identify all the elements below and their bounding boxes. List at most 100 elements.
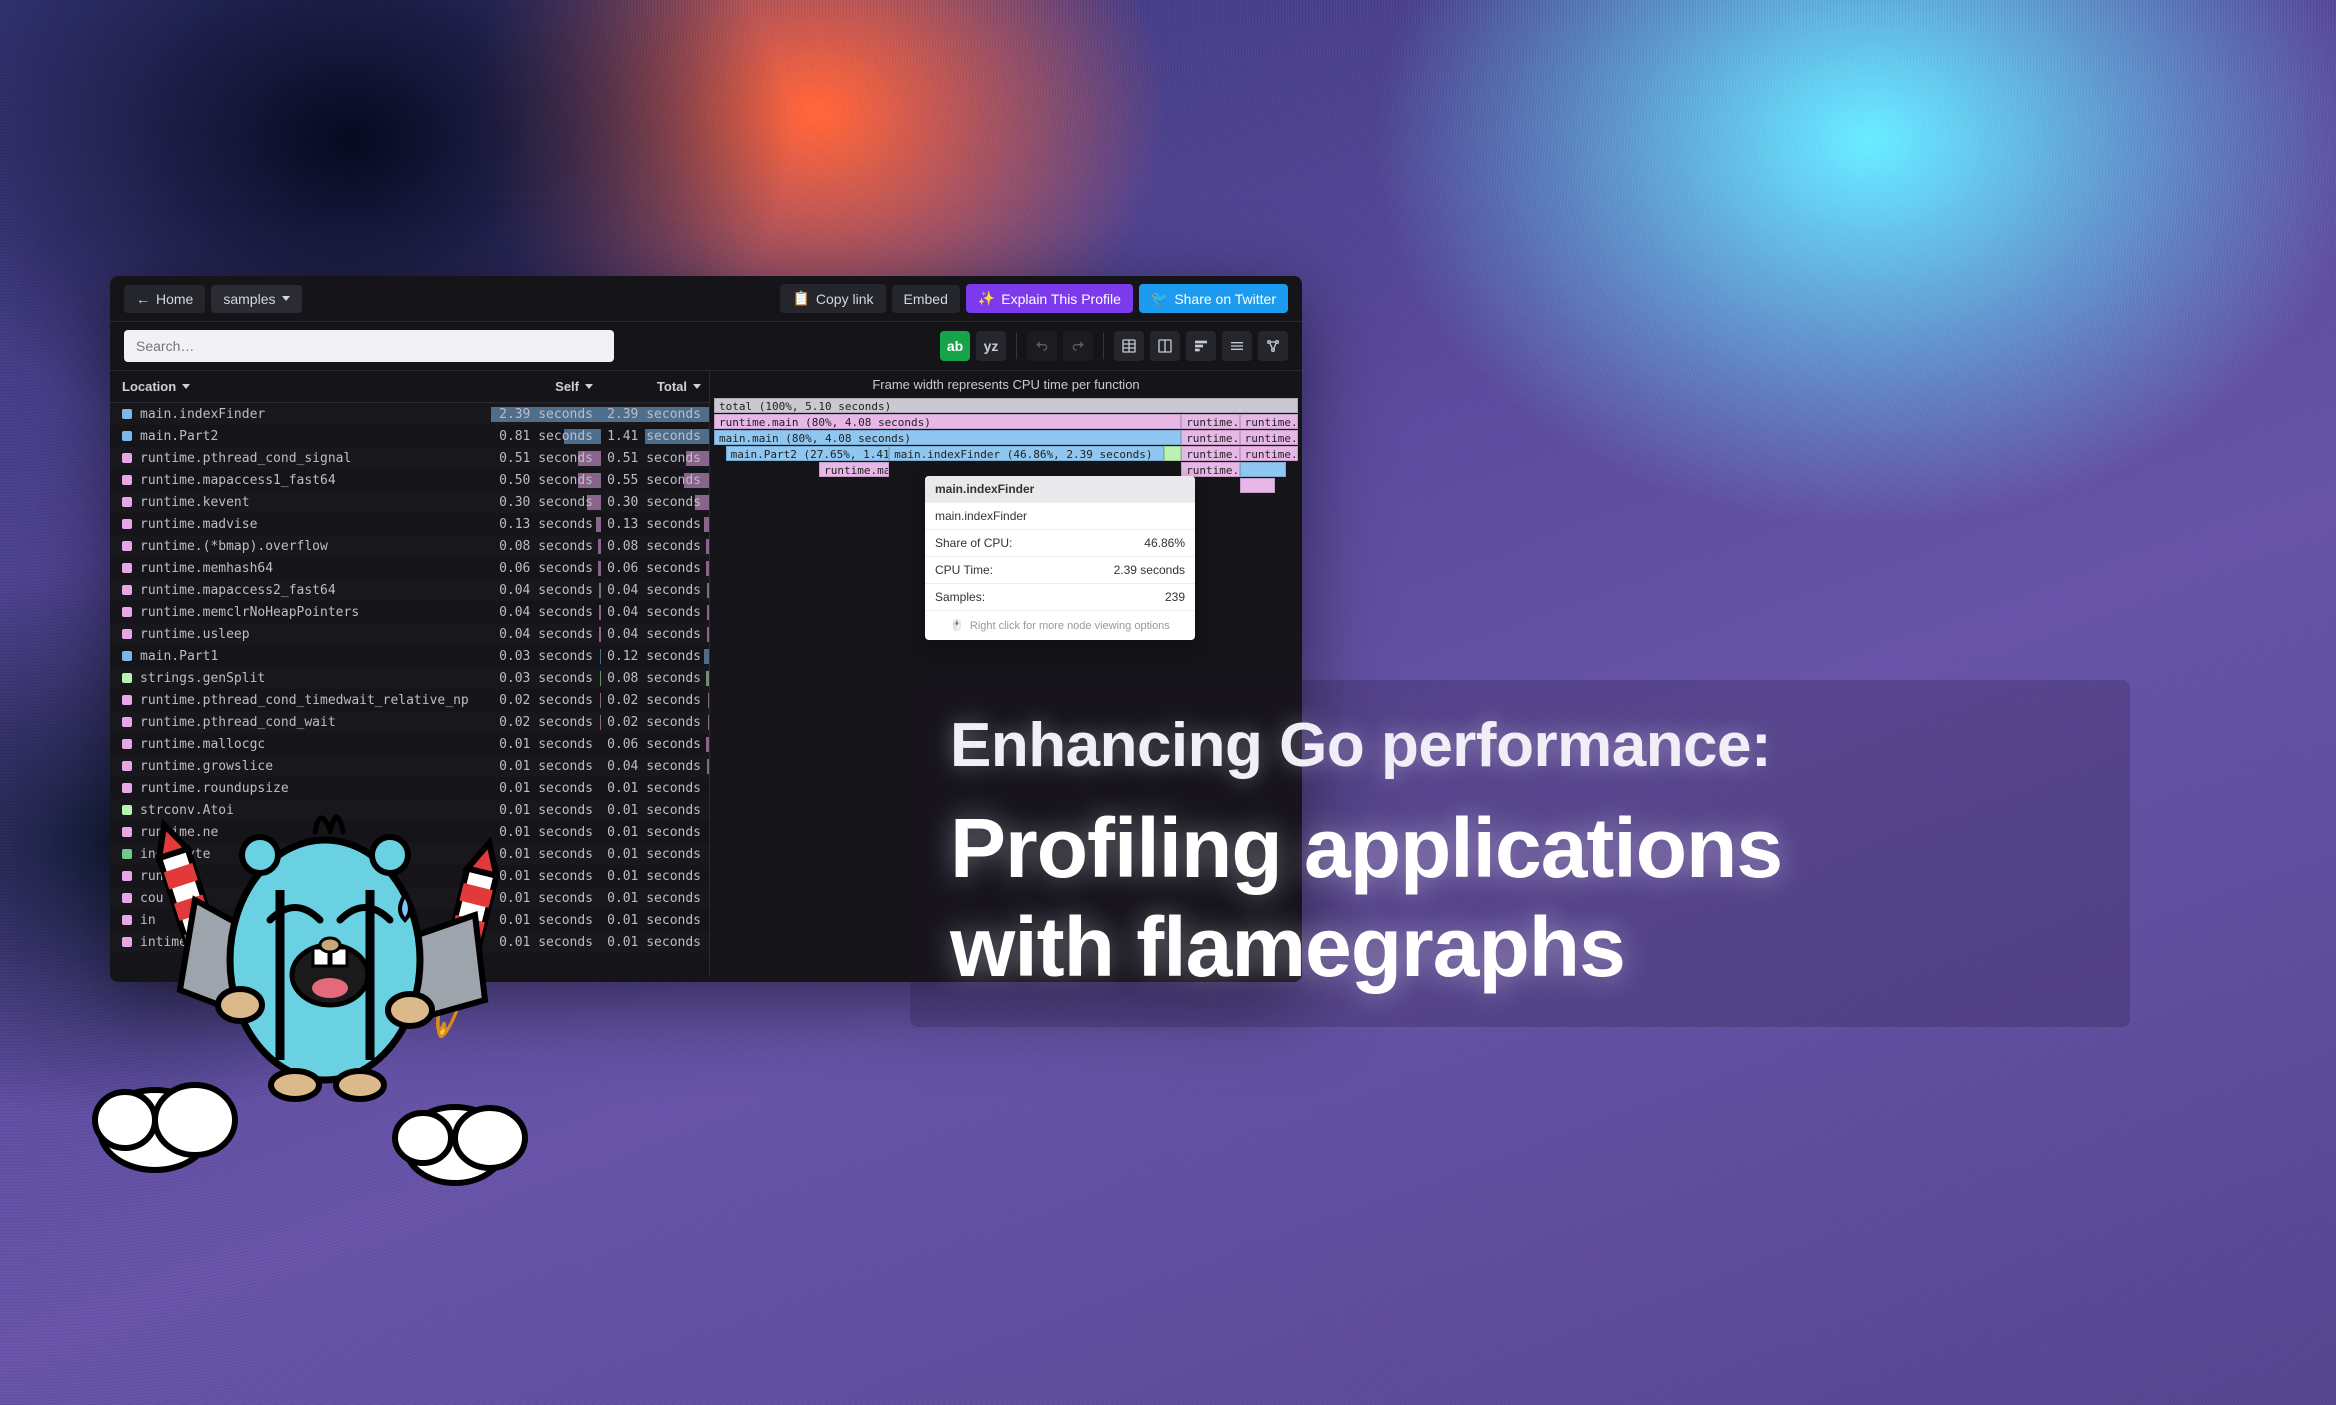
row-total: 0.01 seconds [601,781,709,796]
arrow-left-icon: ← [136,291,150,307]
row-total: 0.04 seconds [601,759,709,774]
row-self: 0.01 seconds [491,913,601,928]
row-total: 0.08 seconds [601,671,709,686]
redo-button[interactable] [1063,331,1093,361]
table-row[interactable]: runtime.(*bmap).overflow 0.08 seconds 0.… [110,535,709,557]
flame-frame[interactable]: main.indexFinder (46.86%, 2.39 seconds) [889,446,1163,461]
caret-down-icon [182,384,190,389]
mouse-icon: 🖱️ [950,619,964,632]
table-row[interactable]: main.Part2 0.81 seconds 1.41 seconds [110,425,709,447]
flame-frame[interactable]: runtime.sched [1181,462,1239,477]
table-row[interactable]: runtime.usleep 0.04 seconds 0.04 seconds [110,623,709,645]
table-row[interactable]: runtime.mapaccess1_fast64 0.50 seconds 0… [110,469,709,491]
table-row[interactable]: runtime.madvise 0.13 seconds 0.13 second… [110,513,709,535]
clipboard-icon: 📋 [792,290,809,307]
row-location: runtime.(*bmap).overflow [110,539,491,554]
color-swatch [122,453,132,463]
row-total: 0.02 seconds [601,693,709,708]
row-total: 0.02 seconds [601,715,709,730]
row-total: 0.04 seconds [601,627,709,642]
flame-frame[interactable]: runtime.s [1240,414,1298,429]
flame-frame[interactable]: main.main (80%, 4.08 seconds) [714,430,1181,445]
row-self: 2.39 seconds [491,407,601,422]
row-self: 0.03 seconds [491,671,601,686]
home-button[interactable]: ← Home [124,285,205,313]
header-location[interactable]: Location [110,371,491,402]
row-self: 0.30 seconds [491,495,601,510]
row-self: 0.01 seconds [491,847,601,862]
flame-frame[interactable]: runtime.s [1240,446,1298,461]
copy-link-button[interactable]: 📋 Copy link [780,284,885,313]
table-row[interactable]: main.indexFinder 2.39 seconds 2.39 secon… [110,403,709,425]
table-row[interactable]: runtime.pthread_cond_timedwait_relative_… [110,689,709,711]
color-swatch [122,497,132,507]
row-total: 0.04 seconds [601,583,709,598]
sandwich-view-button[interactable] [1222,331,1252,361]
graph-view-button[interactable] [1258,331,1288,361]
split-view-button[interactable] [1150,331,1180,361]
flame-row: main.main (80%, 4.08 seconds)runtime.gop… [714,430,1298,446]
title-card: Enhancing Go performance: Profiling appl… [910,680,2130,1027]
color-swatch [122,673,132,683]
color-swatch [122,431,132,441]
table-row[interactable]: runtime.kevent 0.30 seconds 0.30 seconds [110,491,709,513]
row-location: runtime.mallocgc [110,737,491,752]
share-twitter-button[interactable]: 🐦 Share on Twitter [1139,284,1288,313]
table-row[interactable]: runtime.mapaccess2_fast64 0.04 seconds 0… [110,579,709,601]
row-location: runtime.madvise [110,517,491,532]
samples-dropdown[interactable]: samples [211,285,301,313]
color-swatch [122,607,132,617]
flame-frame[interactable]: runtime.s [1240,430,1298,445]
table-row[interactable]: runtime.mallocgc 0.01 seconds 0.06 secon… [110,733,709,755]
row-location: strings.genSplit [110,671,491,686]
header-total[interactable]: Total [601,371,709,402]
flame-frame[interactable] [1240,462,1287,477]
flame-view-button[interactable] [1186,331,1216,361]
row-self: 0.08 seconds [491,539,601,554]
flame-frame[interactable] [1164,446,1182,461]
caret-down-icon [282,296,290,301]
flame-frame[interactable]: total (100%, 5.10 seconds) [714,398,1298,413]
row-total: 0.51 seconds [601,451,709,466]
home-label: Home [156,291,193,307]
table-row[interactable]: strings.genSplit 0.03 seconds 0.08 secon… [110,667,709,689]
row-self: 0.04 seconds [491,605,601,620]
row-location: runtime.memhash64 [110,561,491,576]
table-row[interactable]: runtime.memhash64 0.06 seconds 0.06 seco… [110,557,709,579]
flame-frame[interactable]: runtime.main (80%, 4.08 seconds) [714,414,1181,429]
row-location: runtime.mapaccess2_fast64 [110,583,491,598]
flame-frame[interactable] [1240,478,1275,493]
header-self[interactable]: Self [491,371,601,402]
row-location: main.Part1 [110,649,491,664]
table-row[interactable]: runtime.pthread_cond_wait 0.02 seconds 0… [110,711,709,733]
color-swatch [122,409,132,419]
table-row[interactable]: main.Part1 0.03 seconds 0.12 seconds [110,645,709,667]
divider [1103,333,1104,359]
flame-frame[interactable]: runtime.gopreempt [1181,430,1239,445]
embed-button[interactable]: Embed [892,285,960,313]
flame-tooltip: main.indexFinder main.indexFinder Share … [925,476,1195,640]
tooltip-row: CPU Time:2.39 seconds [925,556,1195,583]
highlight-ab-button[interactable]: ab [940,331,970,361]
row-location: runtime.memclrNoHeapPointers [110,605,491,620]
flame-frame[interactable]: main.Part2 (27.65%, 1.41 seconds) [726,446,890,461]
undo-button[interactable] [1027,331,1057,361]
flame-row: runtime.main (80%, 4.08 seconds)runtime.… [714,414,1298,430]
table-row[interactable]: runtime.memclrNoHeapPointers 0.04 second… [110,601,709,623]
row-self: 0.51 seconds [491,451,601,466]
table-view-button[interactable] [1114,331,1144,361]
topbar: ← Home samples 📋 Copy link Embed ✨ Expla… [110,276,1302,322]
flame-frame[interactable]: runtime.mcall [1181,414,1239,429]
explain-button[interactable]: ✨ Explain This Profile [966,284,1133,313]
flame-frame[interactable]: runtime.gosched [1181,446,1239,461]
row-total: 0.55 seconds [601,473,709,488]
flame-row: main.Part2 (27.65%, 1.41 seconds)main.in… [714,446,1298,462]
title-line-1: Enhancing Go performance: [950,710,2090,781]
search-input[interactable] [124,330,614,362]
color-swatch [122,695,132,705]
row-location: runtime.kevent [110,495,491,510]
row-location: main.Part2 [110,429,491,444]
highlight-yz-button[interactable]: yz [976,331,1006,361]
table-row[interactable]: runtime.pthread_cond_signal 0.51 seconds… [110,447,709,469]
flame-frame[interactable]: runtime.mapa [819,462,889,477]
